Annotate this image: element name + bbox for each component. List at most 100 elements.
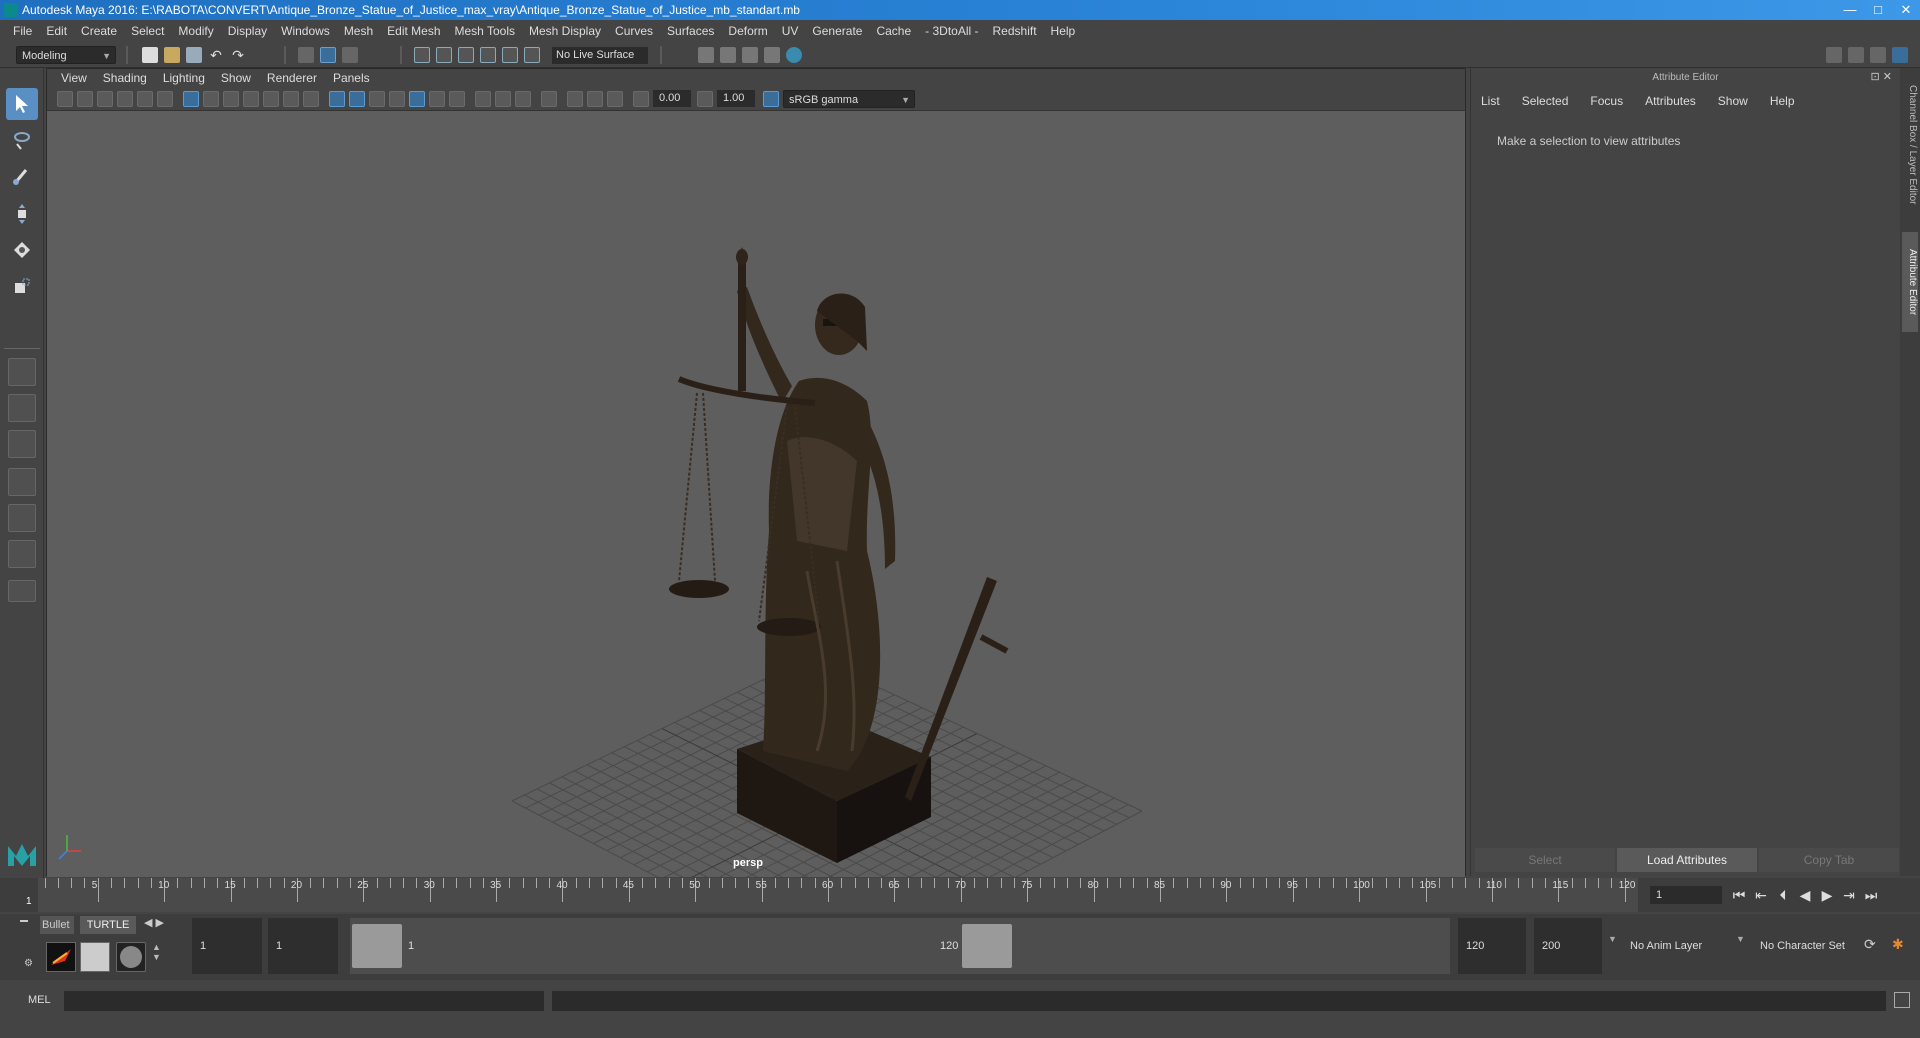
current-frame-field[interactable]: 1 [1650,886,1722,904]
grease-pencil-icon[interactable] [157,91,173,107]
xray-joints-icon[interactable] [607,91,623,107]
menu-mesh-tools[interactable]: Mesh Tools [448,24,522,38]
ae-menu-list[interactable]: List [1481,94,1500,108]
panel-menu-panels[interactable]: Panels [325,71,378,85]
resolution-gate-icon[interactable] [223,91,239,107]
perspective-outliner-layout-button[interactable] [8,430,36,458]
attribute-editor-toggle-icon[interactable] [1848,47,1864,63]
float-close-icon[interactable]: ⊡ ✕ [1871,70,1893,83]
play-forwards-icon[interactable]: ▶ [1816,884,1838,906]
select-object-icon[interactable] [320,47,336,63]
move-tool-button[interactable] [6,198,38,230]
lights-icon[interactable] [429,91,445,107]
wireframe-on-shaded-icon[interactable] [389,91,405,107]
lasso-tool-button[interactable] [6,124,38,156]
menu-help[interactable]: Help [1044,24,1083,38]
menu-mesh-display[interactable]: Mesh Display [522,24,608,38]
camera-attributes-icon[interactable] [77,91,93,107]
color-management-icon[interactable] [763,91,779,107]
tool-settings-icon[interactable] [1870,47,1886,63]
single-perspective-layout-button[interactable] [8,358,36,386]
menu-uv[interactable]: UV [775,24,806,38]
menu-mesh[interactable]: Mesh [337,24,380,38]
depth-of-field-icon[interactable] [541,91,557,107]
wireframe-icon[interactable] [329,91,345,107]
field-chart-icon[interactable] [263,91,279,107]
tab-attribute-editor[interactable]: Attribute Editor [1902,232,1918,332]
textured-icon[interactable] [409,91,425,107]
motion-blur-icon[interactable] [495,91,511,107]
outliner-perspective-layout-button[interactable] [8,504,36,532]
select-component-icon[interactable] [342,47,358,63]
range-start-field[interactable]: 1 [192,918,262,974]
step-back-frame-icon[interactable]: ⏴ [1772,884,1794,906]
panel-menu-show[interactable]: Show [213,71,259,85]
shadows-icon[interactable] [449,91,465,107]
channel-box-toggle-icon[interactable] [1892,47,1908,63]
ae-menu-show[interactable]: Show [1718,94,1748,108]
render-current-icon[interactable] [720,47,736,63]
panel-menu-view[interactable]: View [53,71,95,85]
3d-viewport[interactable]: persp [47,111,1465,877]
render-settings-icon[interactable] [764,47,780,63]
modeling-toolkit-icon[interactable] [1826,47,1842,63]
range-start-handle[interactable] [352,924,402,968]
menu-display[interactable]: Display [221,24,274,38]
hypershade-layout-button[interactable] [8,540,36,568]
new-scene-icon[interactable] [142,47,158,63]
playback-start-field[interactable]: 1 [268,918,338,974]
menu-windows[interactable]: Windows [274,24,337,38]
snap-grid-icon[interactable] [414,47,430,63]
menu-3dtoall[interactable]: - 3DtoAll - [918,24,985,38]
panel-menu-renderer[interactable]: Renderer [259,71,325,85]
shelf-tab-bullet[interactable]: Bullet [40,916,74,934]
gate-mask-icon[interactable] [243,91,259,107]
snap-point-icon[interactable] [458,47,474,63]
gamma-field[interactable]: 1.00 [717,90,755,107]
range-slider[interactable]: 1 120 [350,918,1450,974]
custom-layout-button[interactable] [8,580,36,602]
shelf-scroll-icon[interactable]: ◀ ▶ [144,916,164,929]
default-material-icon[interactable] [369,91,385,107]
load-attributes-button[interactable]: Load Attributes [1617,848,1757,872]
minimize-button[interactable]: — [1836,0,1864,20]
paint-select-tool-button[interactable] [6,160,38,192]
scale-tool-button[interactable] [6,270,38,302]
go-to-start-icon[interactable]: ⏮ [1728,884,1750,906]
menu-deform[interactable]: Deform [721,24,774,38]
exposure-field[interactable]: 0.00 [653,90,691,107]
step-back-key-icon[interactable]: ⇤ [1750,884,1772,906]
undo-icon[interactable]: ↶ [208,47,224,63]
tab-channel-box[interactable]: Channel Box / Layer Editor [1902,80,1918,210]
chevron-down-icon[interactable]: ▼ [1736,934,1745,944]
panel-menu-lighting[interactable]: Lighting [155,71,213,85]
snap-curve-icon[interactable] [436,47,452,63]
shelf-tab-turtle[interactable]: TURTLE [80,916,136,934]
redo-icon[interactable]: ↷ [230,47,246,63]
four-view-layout-button[interactable] [8,394,36,422]
smooth-shade-icon[interactable] [349,91,365,107]
mel-input[interactable] [64,991,544,1011]
camera-select-icon[interactable] [57,91,73,107]
live-surface-field[interactable]: No Live Surface [552,47,648,64]
grid-toggle-icon[interactable] [183,91,199,107]
timeline-ruler[interactable]: 5 10 15 20 25 30 35 40 45 50 55 60 65 70 75 80 85 90 95 100… [38,878,1638,912]
mode-selector[interactable]: Modeling ▼ [16,46,116,64]
menu-create[interactable]: Create [74,24,124,38]
safe-title-icon[interactable] [303,91,319,107]
hypershade-icon[interactable] [786,47,802,63]
go-to-end-icon[interactable]: ⏭ [1860,884,1882,906]
range-end-field[interactable]: 200 [1534,918,1602,974]
shelf-collapse-icon[interactable] [20,920,28,922]
menu-modify[interactable]: Modify [171,24,220,38]
copy-tab-button[interactable]: Copy Tab [1759,848,1899,872]
menu-cache[interactable]: Cache [869,24,918,38]
close-button[interactable]: ✕ [1892,0,1920,20]
playback-end-field[interactable]: 120 [1458,918,1526,974]
gamma-icon[interactable] [697,91,713,107]
menu-surfaces[interactable]: Surfaces [660,24,721,38]
ipr-render-icon[interactable] [742,47,758,63]
screen-space-ao-icon[interactable] [475,91,491,107]
view-transform-dropdown[interactable]: sRGB gamma ▼ [783,90,915,108]
bookmark-icon[interactable] [97,91,113,107]
